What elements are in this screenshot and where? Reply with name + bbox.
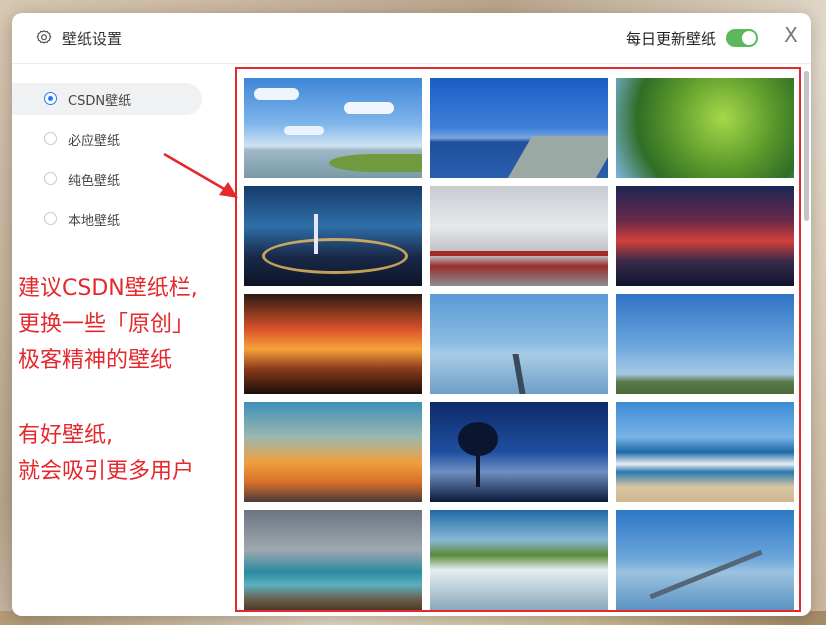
annotation-line: 建议CSDN壁纸栏, [18,276,198,301]
wallpaper-thumbnail[interactable] [616,78,794,178]
toggle-knob [742,31,756,45]
sidebar-item-label: CSDN壁纸 [68,94,132,109]
gallery-scrollbar[interactable] [804,71,809,611]
dialog-title: 壁纸设置 [62,30,123,48]
sidebar-item-label: 本地壁纸 [68,214,121,229]
annotation-line: 有好壁纸, [18,423,113,448]
wallpaper-thumbnail[interactable] [430,78,608,178]
sidebar-item-label: 纯色壁纸 [68,174,121,189]
radio-icon [44,172,57,185]
wallpaper-thumbnail[interactable] [616,294,794,394]
radio-icon [44,92,57,105]
wallpaper-thumbnail[interactable] [616,402,794,502]
wallpaper-thumbnail[interactable] [616,510,794,610]
wallpaper-thumbnail[interactable] [616,186,794,286]
annotation-arrow [163,152,238,198]
wallpaper-source-sidebar: CSDN壁纸 必应壁纸 纯色壁纸 本地壁纸 建议CSDN壁纸栏, 更换一些「原创… [12,64,238,616]
sidebar-item-label: 必应壁纸 [68,134,121,149]
annotation-line: 就会吸引更多用户 [18,459,195,484]
daily-update-toggle[interactable] [726,29,758,47]
radio-icon [44,212,57,225]
wallpaper-thumbnail[interactable] [430,402,608,502]
wallpaper-thumbnail[interactable] [430,294,608,394]
gear-icon [36,30,52,44]
scrollbar-thumb[interactable] [804,71,809,221]
close-icon[interactable]: X [782,24,800,46]
daily-update-label: 每日更新壁纸 [626,30,717,48]
wallpaper-thumbnail[interactable] [244,294,422,394]
sidebar-item-csdn[interactable]: CSDN壁纸 [12,83,202,115]
wallpaper-thumbnail[interactable] [244,186,422,286]
wallpaper-thumbnail[interactable] [430,186,608,286]
radio-icon [44,132,57,145]
annotation-line: 极客精神的壁纸 [18,348,173,373]
wallpaper-thumbnail[interactable] [244,510,422,610]
wallpaper-thumbnail[interactable] [244,78,422,178]
wallpaper-settings-dialog: 壁纸设置 每日更新壁纸 X CSDN壁纸 必应壁纸 纯色壁纸 本地壁纸 建议CS… [12,13,811,616]
annotation-line: 更换一些「原创」 [18,312,195,337]
dialog-header: 壁纸设置 每日更新壁纸 X [12,13,811,64]
wallpaper-thumbnail[interactable] [430,510,608,610]
wallpaper-thumbnail[interactable] [244,402,422,502]
